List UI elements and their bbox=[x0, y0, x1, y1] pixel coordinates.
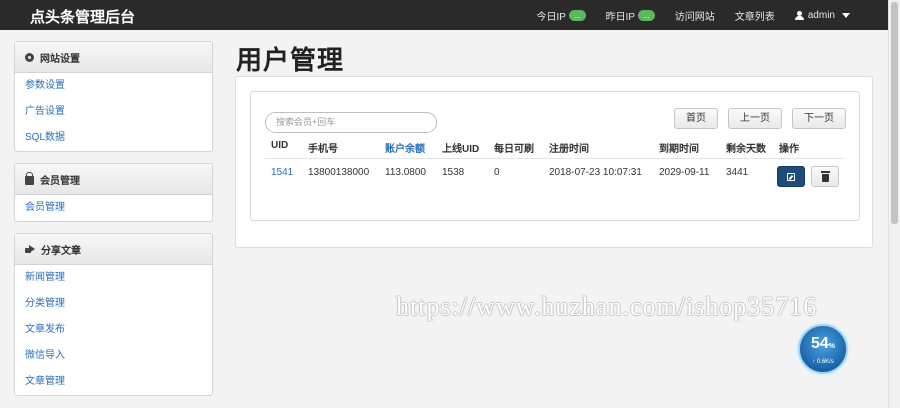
col-daily: 每日可刷 bbox=[494, 144, 534, 155]
top-navbar: 点头条管理后台 今日IP ... 昨日IP ... 访问网站 文章列表 admi… bbox=[0, 0, 888, 30]
network-speed: ↑ 0.6K/s bbox=[800, 359, 846, 365]
nav-article-list[interactable]: 文章列表 bbox=[735, 8, 775, 23]
nav-today-ip[interactable]: 今日IP ... bbox=[537, 8, 586, 23]
cell-phone: 13800138000 bbox=[308, 167, 370, 178]
page-title: 用户管理 bbox=[236, 45, 345, 75]
user-menu[interactable]: admin bbox=[794, 9, 850, 21]
nav-today-ip-label: 今日IP bbox=[536, 11, 566, 23]
sidebar-item-categories[interactable]: 分类管理 bbox=[15, 291, 212, 317]
nav-yesterday-ip-label: 昨日IP bbox=[605, 11, 636, 23]
network-percent: 54% bbox=[800, 335, 846, 353]
table-row: 1541 13800138000 113.0800 1538 0 2018-07… bbox=[271, 167, 779, 178]
sidebar-item-news[interactable]: 新闻管理 bbox=[15, 265, 212, 291]
network-speed-widget[interactable]: 54% ↑ 0.6K/s bbox=[798, 324, 848, 374]
panel-title: 网站设置 bbox=[40, 53, 80, 65]
lock-icon bbox=[25, 171, 34, 185]
table-header: UID 手机号 账户余额 上线UID 每日可刷 注册时间 到期时间 剩余天数 操… bbox=[271, 140, 839, 155]
sidebar-item-publish[interactable]: 文章发布 bbox=[15, 317, 212, 343]
network-speed-value: 0.6K/s bbox=[816, 359, 834, 365]
sidebar-panel-header[interactable]: 会员管理 bbox=[15, 164, 212, 195]
username: admin bbox=[807, 9, 835, 21]
col-expire-time: 到期时间 bbox=[659, 144, 699, 155]
nav-yesterday-ip[interactable]: 昨日IP ... bbox=[606, 8, 655, 23]
edit-button[interactable] bbox=[777, 166, 805, 187]
today-ip-badge: ... bbox=[568, 9, 586, 21]
share-icon bbox=[25, 244, 35, 254]
cell-daily: 0 bbox=[494, 167, 500, 178]
prev-page-button[interactable]: 上一页 bbox=[728, 108, 782, 129]
sidebar-item-members[interactable]: 会员管理 bbox=[15, 195, 212, 221]
sidebar-panel-header[interactable]: 网站设置 bbox=[15, 42, 212, 73]
cell-balance: 113.0800 bbox=[385, 167, 426, 178]
col-days-left: 剩余天数 bbox=[726, 144, 766, 155]
col-uid: UID bbox=[271, 140, 289, 151]
pagination: 首页 上一页 下一页 bbox=[674, 108, 846, 129]
sidebar-item-wechat-import[interactable]: 微信导入 bbox=[15, 343, 212, 369]
user-icon bbox=[794, 10, 804, 20]
panel-title: 会员管理 bbox=[40, 175, 80, 187]
nav-visit-site[interactable]: 访问网站 bbox=[675, 8, 715, 23]
cell-parent-uid: 1538 bbox=[442, 167, 465, 178]
table-container: 搜索会员+回车 首页 上一页 下一页 UID 手机号 账户余额 上线UID 每日… bbox=[250, 91, 860, 221]
page-scrollbar[interactable] bbox=[888, 0, 900, 408]
content-card: 搜索会员+回车 首页 上一页 下一页 UID 手机号 账户余额 上线UID 每日… bbox=[235, 76, 873, 248]
sidebar-item-params[interactable]: 参数设置 bbox=[15, 73, 212, 99]
gear-icon bbox=[25, 52, 34, 62]
cell-expire-time: 2029-09-11 bbox=[659, 167, 710, 178]
cell-uid[interactable]: 1541 bbox=[271, 167, 308, 178]
sidebar-panel-header[interactable]: 分享文章 bbox=[15, 234, 212, 265]
col-phone: 手机号 bbox=[308, 144, 338, 155]
sidebar-panel-share-articles: 分享文章 新闻管理 分类管理 文章发布 微信导入 文章管理 bbox=[14, 233, 213, 396]
edit-icon bbox=[787, 172, 795, 181]
sidebar-item-sql[interactable]: SQL数据 bbox=[15, 125, 212, 151]
sidebar-item-ads[interactable]: 广告设置 bbox=[15, 99, 212, 125]
delete-button[interactable] bbox=[811, 166, 839, 187]
brand-title[interactable]: 点头条管理后台 bbox=[30, 6, 135, 27]
col-parent-uid: 上线UID bbox=[442, 144, 480, 155]
watermark-text: https://www.huzhan.com/ishop35716 bbox=[396, 292, 818, 321]
upload-arrow-icon: ↑ bbox=[812, 359, 816, 365]
sidebar-item-articles[interactable]: 文章管理 bbox=[15, 369, 212, 395]
network-percent-unit: % bbox=[828, 343, 836, 350]
header-divider bbox=[265, 158, 845, 159]
first-page-button[interactable]: 首页 bbox=[674, 108, 718, 129]
scrollbar-thumb[interactable] bbox=[891, 2, 898, 224]
yesterday-ip-badge: ... bbox=[638, 9, 655, 21]
col-balance[interactable]: 账户余额 bbox=[385, 140, 442, 155]
col-actions: 操作 bbox=[779, 144, 799, 155]
search-input[interactable]: 搜索会员+回车 bbox=[265, 112, 437, 133]
col-register-time: 注册时间 bbox=[549, 144, 589, 155]
caret-down-icon bbox=[842, 12, 850, 18]
top-nav: 今日IP ... 昨日IP ... 访问网站 文章列表 admin bbox=[537, 0, 850, 30]
next-page-button[interactable]: 下一页 bbox=[792, 108, 846, 129]
trash-icon bbox=[820, 170, 830, 182]
cell-days-left: 3441 bbox=[726, 167, 749, 178]
panel-title: 分享文章 bbox=[41, 245, 81, 257]
sidebar-panel-site-settings: 网站设置 参数设置 广告设置 SQL数据 bbox=[14, 41, 213, 152]
cell-register-time: 2018-07-23 10:07:31 bbox=[549, 167, 642, 178]
row-actions bbox=[777, 166, 839, 187]
network-percent-value: 54 bbox=[810, 335, 829, 352]
sidebar-panel-members: 会员管理 会员管理 bbox=[14, 163, 213, 222]
